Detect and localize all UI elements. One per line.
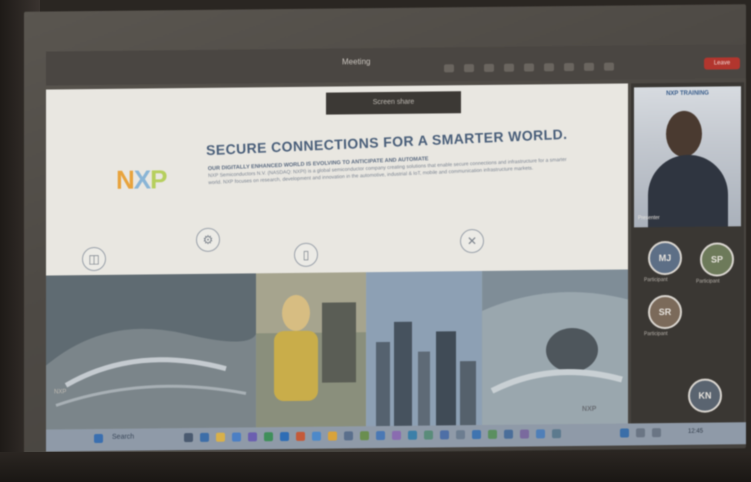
app-icon[interactable] [360, 431, 369, 441]
app-icon[interactable] [520, 429, 529, 439]
logo-letter-n: N [116, 164, 134, 195]
raise-hand-icon[interactable] [484, 63, 494, 72]
leave-button[interactable]: Leave [704, 57, 740, 70]
gear-icon: ⚙ [196, 227, 220, 252]
projection-screen: Meeting Leave Screen share NXP SECURE CO… [24, 4, 746, 456]
taskbar-search[interactable]: Search [112, 434, 134, 441]
slide-corner-text: NXP [54, 389, 67, 396]
meeting-title: Meeting [342, 57, 371, 67]
app-icon[interactable] [344, 431, 353, 441]
app-icon[interactable] [472, 429, 481, 440]
zoom-icon[interactable] [620, 428, 629, 438]
app-icon[interactable] [488, 429, 497, 439]
participant-avatar[interactable]: KN [688, 378, 722, 413]
app-icon[interactable] [504, 429, 513, 439]
photo-car-interior [482, 269, 628, 427]
app-icon[interactable] [392, 430, 401, 440]
speaker-body [648, 154, 728, 228]
powerpoint-icon[interactable] [296, 431, 305, 441]
speaker-name: Presenter [638, 215, 660, 222]
people-icon[interactable] [464, 64, 474, 73]
app-icon[interactable] [424, 430, 433, 440]
folder-icon[interactable] [216, 432, 225, 442]
task-view-icon[interactable] [184, 433, 193, 443]
participant-avatar[interactable]: MJ [648, 240, 682, 276]
participant-avatar[interactable]: SP [700, 242, 734, 277]
app-icon[interactable] [376, 431, 385, 441]
outlook-icon[interactable] [312, 431, 321, 441]
camera-icon[interactable] [564, 63, 574, 72]
app-icon[interactable] [408, 430, 417, 440]
reactions-icon[interactable] [504, 63, 514, 72]
photo-city [366, 270, 482, 429]
brand-logo: NXP [116, 164, 166, 196]
mail-icon[interactable] [232, 432, 241, 442]
network-icon[interactable] [636, 428, 645, 438]
app-icon[interactable] [552, 429, 561, 439]
speaker-background-banner: NXP TRAINING [666, 90, 709, 98]
start-icon[interactable] [94, 433, 103, 444]
tools-icon: ✕ [460, 228, 484, 254]
share-icon[interactable] [604, 62, 614, 71]
teams-icon[interactable] [248, 432, 257, 442]
car-icon: ◫ [82, 246, 106, 272]
app-icon[interactable] [456, 430, 465, 440]
chat-icon[interactable] [444, 64, 454, 73]
logo-letter-p: P [150, 164, 167, 195]
photo-person [256, 272, 366, 430]
shared-slide: Screen share NXP SECURE CONNECTIONS FOR … [46, 83, 628, 438]
participant-name: Participant [644, 277, 668, 284]
meeting-toolbar [46, 44, 746, 86]
mobile-icon: ▯ [294, 242, 318, 267]
logo-letter-x: X [133, 164, 151, 195]
participant-avatar[interactable]: SR [648, 294, 682, 330]
screen-share-bar: Screen share [326, 91, 461, 115]
word-icon[interactable] [280, 432, 289, 442]
edge-icon[interactable] [200, 432, 209, 442]
view-icon[interactable] [524, 63, 534, 72]
app-icon[interactable] [536, 429, 545, 439]
speaker-head [666, 110, 702, 158]
photo-automotive [46, 273, 256, 432]
volume-icon[interactable] [652, 428, 661, 438]
excel-icon[interactable] [264, 432, 273, 442]
room-floor [0, 452, 751, 482]
participant-name: Participant [644, 331, 668, 338]
slide-footer: NXP [582, 405, 597, 413]
chrome-icon[interactable] [328, 431, 337, 441]
taskbar-clock: 12:45 [688, 428, 704, 435]
participant-name: Participant [696, 278, 720, 285]
app-icon[interactable] [440, 430, 449, 440]
speaker-video[interactable]: NXP TRAINING Presenter [634, 86, 741, 228]
mic-icon[interactable] [584, 62, 594, 71]
more-icon[interactable] [544, 63, 554, 72]
